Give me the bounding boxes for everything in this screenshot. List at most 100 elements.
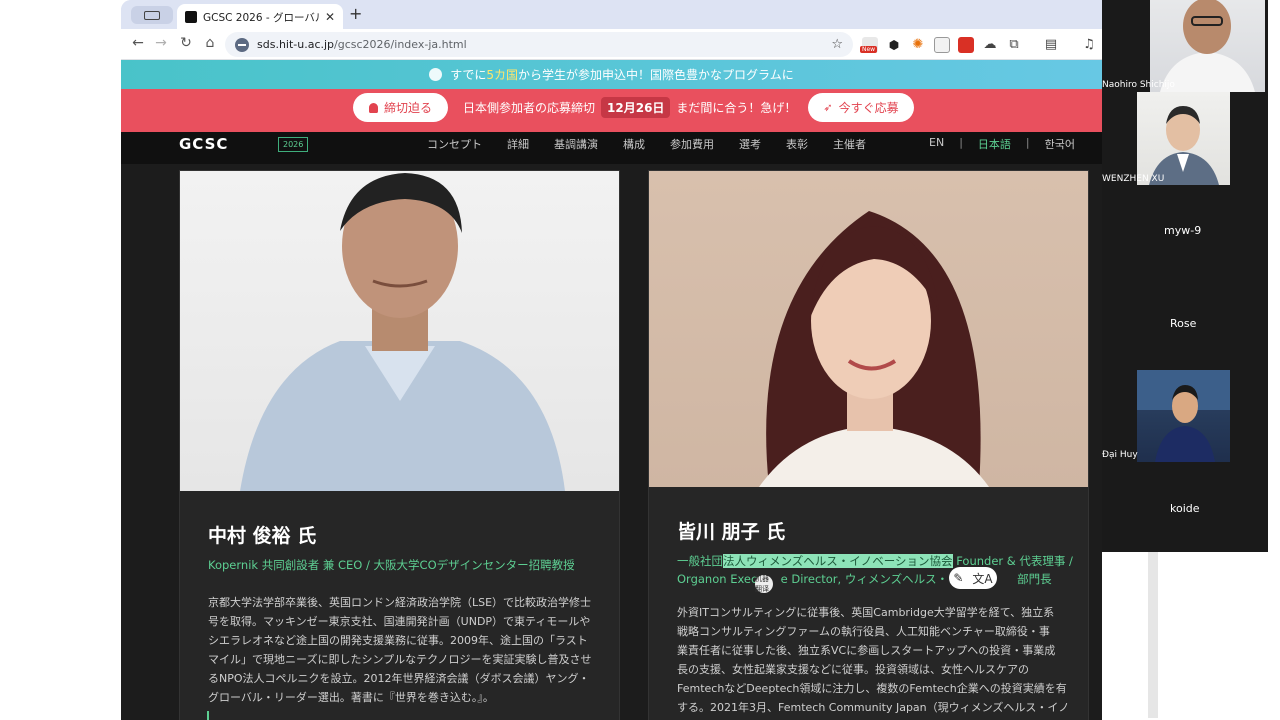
info-suffix: から学生が参加申込中！国際色豊かなプログラムに bbox=[518, 68, 794, 82]
menu-item-organizers[interactable]: 主催者 bbox=[833, 136, 866, 152]
menu-item-fee[interactable]: 参加費用 bbox=[670, 136, 714, 152]
site-favicon-icon bbox=[185, 11, 197, 23]
speaker-bio: 京都大学法学部卒業後、英国ロンドン経済政治学院（LSE）で比較政治学修士 号を取… bbox=[208, 593, 598, 707]
role-text-selected: 法人ウィメンズヘルス・イノベーション協会 bbox=[723, 554, 953, 568]
menu-item-selection[interactable]: 選考 bbox=[739, 136, 761, 152]
site-info-icon[interactable] bbox=[235, 37, 249, 52]
participant-name: Naohiro Shichijo bbox=[1102, 80, 1175, 90]
bio-line: シエラレオネなど途上国の開発支援業務に従事。2009年、途上国の「ラスト bbox=[208, 634, 588, 647]
extension-hexagon-icon[interactable]: ⬢ bbox=[886, 37, 902, 53]
speaker-name: 中村 俊裕 氏 bbox=[208, 525, 317, 547]
gcsc-logo[interactable]: GCSC bbox=[179, 135, 228, 153]
speaker-card-nakamura: 中村 俊裕 氏 Kopernik 共同創設者 兼 CEO / 大阪大学COデザイ… bbox=[179, 170, 620, 720]
extension-cloud-icon[interactable]: ☁ bbox=[982, 37, 998, 53]
new-tab-icon[interactable]: + bbox=[349, 4, 362, 23]
screen: GCSC 2026 - グローバル・カレ ✕ + ← → ↻ ⌂ sds.hit… bbox=[0, 0, 1280, 720]
vertical-scrollbar[interactable] bbox=[1148, 552, 1158, 718]
rocket-icon: ➶ bbox=[823, 101, 833, 114]
speaker-bio: 外資ITコンサルティングに従事後、英国Cambridge大学留学を経て、独立系 … bbox=[677, 603, 1077, 717]
menu-item-concept[interactable]: コンセプト bbox=[427, 136, 482, 152]
bio-line: FemtechなどDeeptech領域に注力し、複数のFemtech企業への投資… bbox=[677, 682, 1067, 695]
tab-close-icon[interactable]: ✕ bbox=[325, 10, 335, 24]
lang-separator: | bbox=[959, 136, 963, 149]
lang-ko[interactable]: 한국어 bbox=[1045, 136, 1075, 152]
reload-icon[interactable]: ↻ bbox=[177, 35, 195, 51]
media-control-icon[interactable]: ♫ bbox=[1081, 37, 1097, 53]
desktop-background bbox=[1158, 552, 1280, 720]
participant-name: koide bbox=[1170, 502, 1200, 515]
person-video-icon bbox=[1149, 106, 1219, 185]
deadline-button[interactable]: 締切迫る bbox=[353, 93, 448, 122]
active-tab[interactable]: GCSC 2026 - グローバル・カレ ✕ bbox=[177, 4, 343, 30]
info-banner: すでに5カ国から学生が参加申込中！国際色豊かなプログラムに bbox=[121, 60, 1102, 89]
browser-window: GCSC 2026 - グローバル・カレ ✕ + ← → ↻ ⌂ sds.hit… bbox=[121, 0, 1102, 720]
participant-name: Rose bbox=[1170, 317, 1197, 330]
deadline-banner: 締切迫る 日本側参加者の応募締切 12月26日 まだ間に合う！急げ！ ➶ 今すぐ… bbox=[121, 89, 1102, 132]
participant-video-daihuy[interactable] bbox=[1137, 370, 1230, 462]
speaker-card-minagawa: 皆川 朋子 氏 一般社団法人ウィメンズヘルス・イノベーション協会 Founder… bbox=[648, 170, 1089, 720]
accent-line bbox=[207, 711, 209, 720]
info-highlight: 5カ国 bbox=[486, 68, 519, 82]
deadline-date: 12月26日 bbox=[601, 97, 671, 118]
translate-mini-button[interactable]: 机器翻译 bbox=[755, 575, 773, 593]
role-text: 部門長 bbox=[1017, 572, 1052, 586]
url-text: sds.hit-u.ac.jp/gcsc2026/index-ja.html bbox=[257, 38, 823, 51]
role-text: Founder & 代表理事 / bbox=[952, 554, 1073, 568]
lang-separator: | bbox=[1025, 136, 1030, 149]
tab-search-button[interactable] bbox=[131, 6, 173, 24]
portrait-man-icon bbox=[240, 173, 565, 491]
bio-line: 戦略コンサルティングファームの執行役員、人工知能ベンチャー取締役・事 bbox=[677, 625, 1050, 638]
magic-wand-icon[interactable]: ✎ bbox=[953, 571, 963, 585]
translate-popup[interactable]: ✎ 文A bbox=[949, 567, 997, 589]
participant-video-naohiro[interactable] bbox=[1150, 0, 1265, 92]
forward-arrow-icon[interactable]: → bbox=[152, 35, 170, 51]
reading-list-icon[interactable]: ▤ bbox=[1043, 37, 1059, 53]
info-text: すでに5カ国から学生が参加申込中！国際色豊かなプログラムに bbox=[450, 66, 793, 83]
tab-search-icon bbox=[144, 10, 160, 20]
home-icon[interactable]: ⌂ bbox=[201, 35, 219, 51]
bio-line: する。2021年3月、Femtech Community Japan（現ウィメン… bbox=[677, 701, 1070, 714]
speaker-name: 皆川 朋子 氏 bbox=[677, 521, 786, 543]
deadline-text-post: まだ間に合う！急げ！ bbox=[676, 101, 797, 115]
bio-line: 号を取得。マッキンゼー東京支社、国連開発計画（UNDP）で東ティモールや bbox=[208, 615, 591, 628]
deadline-text-pre: 日本側参加者の応募締切 bbox=[463, 101, 596, 115]
lang-ja[interactable]: 日本語 bbox=[978, 136, 1011, 152]
extension-red-icon[interactable] bbox=[958, 37, 974, 53]
globe-icon bbox=[429, 68, 443, 81]
bio-line: るNPO法人コペルニクを設立。2012年世界経済会議（ダボス会議）ヤング・ bbox=[208, 672, 590, 685]
translate-icon[interactable]: 文A bbox=[972, 570, 992, 587]
extension-sun-icon[interactable]: ✺ bbox=[910, 37, 926, 53]
extensions-puzzle-icon[interactable]: ⧉ bbox=[1006, 37, 1022, 53]
apply-now-button[interactable]: ➶ 今すぐ応募 bbox=[808, 93, 914, 122]
address-bar[interactable]: sds.hit-u.ac.jp/gcsc2026/index-ja.html ☆ bbox=[225, 32, 853, 57]
extension-translate-icon[interactable] bbox=[934, 37, 950, 53]
apply-button-label: 今すぐ応募 bbox=[838, 101, 899, 115]
speaker-photo bbox=[180, 171, 619, 491]
speaker-photo bbox=[649, 171, 1088, 487]
deadline-button-label: 締切迫る bbox=[383, 101, 432, 115]
menu-item-awards[interactable]: 表彰 bbox=[786, 136, 808, 152]
menu-item-details[interactable]: 詳細 bbox=[507, 136, 529, 152]
url-host: sds.hit-u.ac.jp bbox=[257, 38, 335, 51]
menu-item-structure[interactable]: 構成 bbox=[623, 136, 645, 152]
logo-year-badge: 2026 bbox=[278, 137, 309, 152]
tab-strip: GCSC 2026 - グローバル・カレ ✕ + bbox=[121, 0, 1102, 30]
bio-line: 外資ITコンサルティングに従事後、英国Cambridge大学留学を経て、独立系 bbox=[677, 606, 1055, 619]
bookmark-star-icon[interactable]: ☆ bbox=[831, 37, 843, 52]
extension-new-icon[interactable] bbox=[860, 37, 878, 53]
back-arrow-icon[interactable]: ← bbox=[129, 35, 147, 51]
web-page: すでに5カ国から学生が参加申込中！国際色豊かなプログラムに 締切迫る 日本側参加… bbox=[121, 60, 1102, 720]
lang-en[interactable]: EN bbox=[929, 136, 944, 152]
tab-title: GCSC 2026 - グローバル・カレ bbox=[203, 11, 319, 24]
bio-line: グローバル・リーダー選出。著書に『世界を巻き込む。』。 bbox=[208, 691, 494, 704]
role-text: 一般社団 bbox=[677, 554, 723, 568]
info-prefix: すでに bbox=[450, 68, 487, 82]
person-video-icon bbox=[1137, 370, 1230, 462]
menu-item-keynote[interactable]: 基調講演 bbox=[554, 136, 598, 152]
participant-name: Đại Huy bbox=[1102, 450, 1138, 460]
site-navigation: GCSC 2026 コンセプト 詳細 基調講演 構成 参加費用 選考 表彰 主催… bbox=[121, 132, 1102, 164]
participant-video-wenzhen[interactable] bbox=[1137, 92, 1230, 185]
speaker-role-line-1: 一般社団法人ウィメンズヘルス・イノベーション協会 Founder & 代表理事 … bbox=[677, 553, 1073, 569]
participant-name: myw-9 bbox=[1164, 224, 1202, 237]
bio-line: 業責任者に従事した後、独立系VCに参画しスタートアップへの投資・事業成 bbox=[677, 644, 1056, 657]
